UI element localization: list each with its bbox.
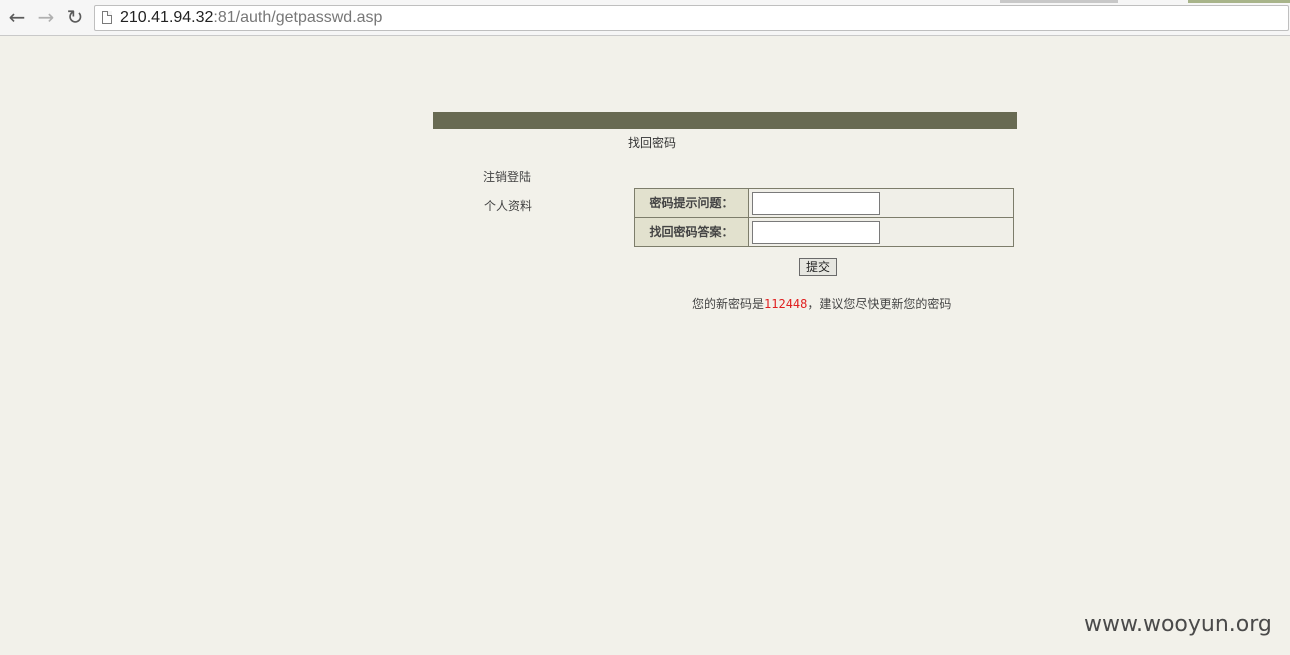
logout-link[interactable]: 注销登陆 [483,168,531,185]
arrow-right-icon: → [37,5,55,29]
arrow-left-icon: ← [8,5,26,29]
submit-button[interactable]: 提交 [799,258,837,276]
result-message: 您的新密码是112448，建议您尽快更新您的密码 [692,295,951,312]
url-text[interactable]: 210.41.94.32:81/auth/getpasswd.asp [120,8,382,28]
question-input[interactable] [752,192,880,215]
forward-button[interactable]: → [35,6,57,28]
answer-row: 找回密码答案： [635,218,1013,246]
new-password: 112448 [764,297,808,311]
recover-password-form: 密码提示问题： 找回密码答案： [634,188,1014,247]
page-icon [102,11,112,24]
watermark: www.wooyun.org [1084,612,1272,637]
tab-strip-edge [1188,0,1290,3]
address-bar[interactable]: 210.41.94.32:81/auth/getpasswd.asp [94,5,1289,31]
result-suffix: ，建议您尽快更新您的密码 [807,297,952,311]
url-path: :81/auth/getpasswd.asp [213,9,383,26]
header-band [433,112,1017,129]
answer-label: 找回密码答案： [635,218,749,246]
back-button[interactable]: ← [6,6,28,28]
result-prefix: 您的新密码是 [692,297,765,311]
answer-input[interactable] [752,221,880,244]
reload-button[interactable]: ↻ [64,6,86,28]
question-row: 密码提示问题： [635,189,1013,217]
question-label: 密码提示问题： [635,189,749,217]
reload-icon: ↻ [66,5,84,29]
browser-toolbar: ← → ↻ 210.41.94.32:81/auth/getpasswd.asp [0,0,1290,36]
tab-strip-scroll [1000,0,1118,3]
profile-link[interactable]: 个人资料 [484,197,532,214]
url-host: 210.41.94.32 [120,9,214,26]
page-title: 找回密码 [628,136,677,150]
